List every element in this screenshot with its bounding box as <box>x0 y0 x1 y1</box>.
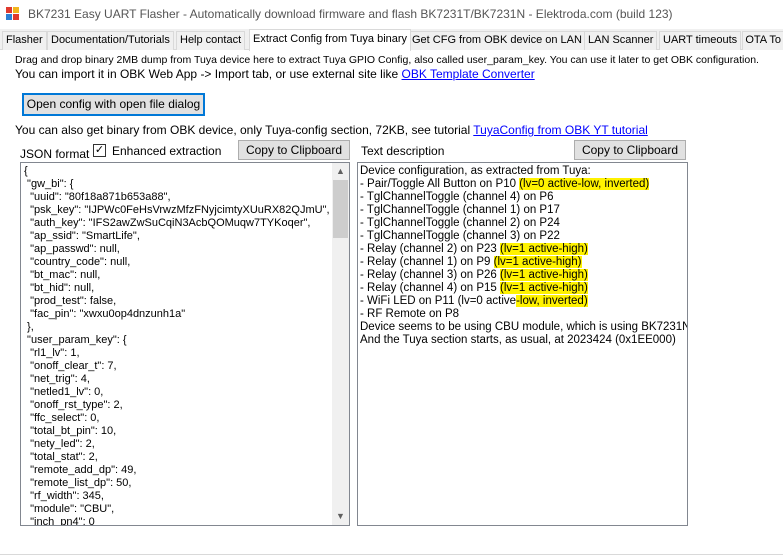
description-line: Device configuration, as extracted from … <box>360 165 687 178</box>
tab-ota[interactable]: OTA To <box>742 31 783 50</box>
description-text: - TglChannelToggle (channel 1) on P17 <box>360 204 560 216</box>
description-line: - Relay (channel 1) on P9 (lv=1 active-h… <box>360 256 687 269</box>
intro-line-2: You can import it in OBK Web App -> Impo… <box>15 67 535 81</box>
highlighted-text: (lv=1 active-high) <box>493 256 582 268</box>
json-line: { <box>24 165 28 177</box>
json-line: "rl1_lv": 1, <box>24 347 80 359</box>
json-line: "prod_test": false, <box>24 295 117 307</box>
description-text: - WiFi LED on P11 (lv=0 active <box>360 295 517 307</box>
open-config-button[interactable]: Open config with open file dialog <box>22 93 205 116</box>
description-text: - RF Remote on P8 <box>360 308 460 320</box>
description-line: - WiFi LED on P11 (lv=0 active-low, inve… <box>360 295 687 308</box>
description-text: - TglChannelToggle (channel 4) on P6 <box>360 191 554 203</box>
json-line: "ap_passwd": null, <box>24 243 120 255</box>
highlighted-text: (lv=1 active-high) <box>500 269 588 281</box>
json-line: "bt_mac": null, <box>24 269 101 281</box>
json-line: "nety_led": 2, <box>24 438 95 450</box>
scroll-thumb[interactable] <box>333 180 348 238</box>
json-content: { "gw_bi": { "uuid": "80f18a871b653a88",… <box>21 163 349 526</box>
window-title: BK7231 Easy UART Flasher - Automatically… <box>28 7 673 21</box>
json-line: "inch_pn4": 0 <box>24 516 95 526</box>
tab-lan-scanner[interactable]: LAN Scanner <box>584 31 658 50</box>
description-text: Device seems to be using CBU module, whi… <box>360 321 688 333</box>
json-line: "total_stat": 2, <box>24 451 98 463</box>
description-text: - TglChannelToggle (channel 2) on P24 <box>360 217 560 229</box>
json-line: "country_code": null, <box>24 256 131 268</box>
description-text: - Pair/Toggle All Button on P10 <box>360 178 520 190</box>
intro-line-1: Drag and drop binary 2MB dump from Tuya … <box>15 54 759 66</box>
tab-flasher[interactable]: Flasher <box>2 31 47 50</box>
json-line: "ffc_select": 0, <box>24 412 100 424</box>
tab-strip: Flasher Documentation/Tutorials Help con… <box>0 29 783 51</box>
copy-json-button[interactable]: Copy to Clipboard <box>238 140 350 160</box>
tab-help-contact[interactable]: Help contact <box>176 31 246 50</box>
description-line: - TglChannelToggle (channel 4) on P6 <box>360 191 687 204</box>
json-line: "remote_add_dp": 49, <box>24 464 137 476</box>
json-line: "user_param_key": { <box>24 334 127 346</box>
tab-get-cfg-lan[interactable]: Get CFG from OBK device on LAN <box>408 31 586 50</box>
json-line: "psk_key": "IJPWc0FeHsVrwzMfzFNyjcimtyXU… <box>24 204 330 216</box>
json-output-textbox[interactable]: { "gw_bi": { "uuid": "80f18a871b653a88",… <box>20 162 350 526</box>
description-text: - Relay (channel 4) on P15 <box>360 282 500 294</box>
json-line: "fac_pin": "xwxu0op4dnzunh1a" <box>24 308 186 320</box>
json-line: "bt_hid": null, <box>24 282 95 294</box>
json-line: "gw_bi": { <box>24 178 74 190</box>
text-description-label: Text description <box>361 144 445 158</box>
description-text: - Relay (channel 1) on P9 <box>360 256 494 268</box>
description-text: - Relay (channel 2) on P23 <box>360 243 500 255</box>
tab-extract-config[interactable]: Extract Config from Tuya binary <box>249 29 412 51</box>
description-line: - Relay (channel 2) on P23 (lv=1 active-… <box>360 243 687 256</box>
obk-note: You can also get binary from OBK device,… <box>15 123 648 137</box>
text-description-content: Device configuration, as extracted from … <box>358 163 687 347</box>
scroll-up-icon[interactable]: ▲ <box>332 163 349 180</box>
json-line: "auth_key": "IFS2awZwSuCqiN3AcbQOMuqw7TY… <box>24 217 311 229</box>
highlighted-text: -low, inverted) <box>516 295 588 307</box>
description-line: - TglChannelToggle (channel 2) on P24 <box>360 217 687 230</box>
json-line: "onoff_rst_type": 2, <box>24 399 123 411</box>
highlighted-text: (lv=0 active-low, inverted) <box>519 178 650 190</box>
text-description-textbox[interactable]: Device configuration, as extracted from … <box>357 162 688 526</box>
json-line: "ap_ssid": "SmartLife", <box>24 230 140 242</box>
tab-uart-timeouts[interactable]: UART timeouts <box>659 31 742 50</box>
description-line: And the Tuya section starts, as usual, a… <box>360 334 687 347</box>
app-icon <box>6 7 20 21</box>
highlighted-text: (lv=1 active-high) <box>500 282 588 294</box>
title-bar: BK7231 Easy UART Flasher - Automatically… <box>0 0 783 28</box>
json-line: "onoff_clear_t": 7, <box>24 360 117 372</box>
description-line: - Pair/Toggle All Button on P10 (lv=0 ac… <box>360 178 687 191</box>
description-text: - Relay (channel 3) on P26 <box>360 269 500 281</box>
json-line: "uuid": "80f18a871b653a88", <box>24 191 171 203</box>
description-line: - Relay (channel 3) on P26 (lv=1 active-… <box>360 269 687 282</box>
enhanced-extraction-checkbox[interactable]: ✓ <box>93 144 106 157</box>
json-line: "netled1_lv": 0, <box>24 386 104 398</box>
json-line: "remote_list_dp": 50, <box>24 477 132 489</box>
description-text: - TglChannelToggle (channel 3) on P22 <box>360 230 560 242</box>
description-line: - TglChannelToggle (channel 1) on P17 <box>360 204 687 217</box>
json-line: "net_trig": 4, <box>24 373 90 385</box>
description-line: - Relay (channel 4) on P15 (lv=1 active-… <box>360 282 687 295</box>
highlighted-text: (lv=1 active-high) <box>500 243 588 255</box>
json-line: "module": "CBU", <box>24 503 115 515</box>
json-line: "total_bt_pin": 10, <box>24 425 117 437</box>
obk-template-converter-link[interactable]: OBK Template Converter <box>402 67 535 81</box>
json-format-label: JSON format <box>20 147 90 161</box>
description-line: - TglChannelToggle (channel 3) on P22 <box>360 230 687 243</box>
description-text: Device configuration, as extracted from … <box>360 165 591 177</box>
json-line: "rf_width": 345, <box>24 490 104 502</box>
copy-text-button[interactable]: Copy to Clipboard <box>574 140 686 160</box>
scroll-down-icon[interactable]: ▼ <box>332 508 349 525</box>
description-line: Device seems to be using CBU module, whi… <box>360 321 687 334</box>
enhanced-extraction-label[interactable]: Enhanced extraction <box>112 144 221 158</box>
tuyaconfig-tutorial-link[interactable]: TuyaConfig from OBK YT tutorial <box>473 123 648 137</box>
tab-documentation[interactable]: Documentation/Tutorials <box>47 31 174 50</box>
json-scrollbar[interactable]: ▲ ▼ <box>332 163 349 525</box>
obk-note-text: You can also get binary from OBK device,… <box>15 123 474 137</box>
intro-text: You can import it in OBK Web App -> Impo… <box>15 67 402 81</box>
json-line: }, <box>24 321 34 333</box>
description-line: - RF Remote on P8 <box>360 308 687 321</box>
extract-config-panel: Drag and drop binary 2MB dump from Tuya … <box>0 50 783 555</box>
description-text: And the Tuya section starts, as usual, a… <box>360 334 676 346</box>
